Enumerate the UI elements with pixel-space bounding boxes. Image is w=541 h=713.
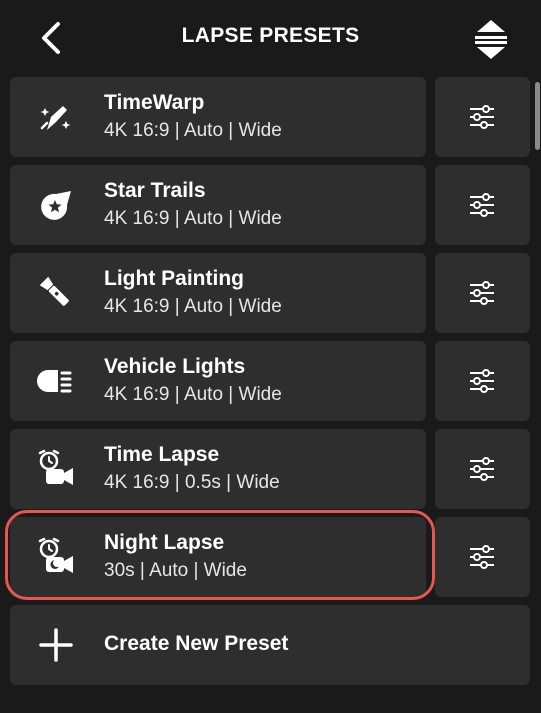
timewarp-icon — [40, 106, 71, 130]
flashlight-icon — [39, 276, 69, 306]
preset-name: Night Lapse — [104, 531, 225, 554]
sliders-icon — [470, 545, 494, 569]
preset-row-time-lapse[interactable]: Time Lapse 4K 16:9 | 0.5s | Wide — [10, 429, 426, 509]
preset-name: Light Painting — [104, 267, 244, 290]
time-lapse-icon — [38, 449, 73, 485]
preset-detail: 4K 16:9 | Auto | Wide — [104, 120, 282, 141]
header: LAPSE PRESETS — [0, 0, 541, 76]
preset-detail: 4K 16:9 | 0.5s | Wide — [104, 472, 280, 493]
sliders-icon — [470, 193, 494, 217]
preset-name: Time Lapse — [104, 443, 220, 466]
preset-settings-button[interactable] — [435, 341, 530, 421]
sliders-icon — [470, 457, 494, 481]
scrollbar[interactable] — [535, 82, 540, 150]
preset-detail: 4K 16:9 | Auto | Wide — [104, 208, 282, 229]
create-new-preset-label: Create New Preset — [104, 632, 289, 655]
preset-detail: 30s | Auto | Wide — [104, 560, 247, 581]
preset-name: Star Trails — [104, 179, 206, 202]
sliders-icon — [470, 369, 494, 393]
star-trails-icon — [41, 191, 71, 220]
night-lapse-icon — [38, 537, 73, 573]
sort-arrows-icon[interactable] — [468, 16, 514, 62]
preset-detail: 4K 16:9 | Auto | Wide — [104, 384, 282, 405]
preset-settings-button[interactable] — [435, 165, 530, 245]
preset-detail: 4K 16:9 | Auto | Wide — [104, 296, 282, 317]
preset-row-night-lapse[interactable]: Night Lapse 30s | Auto | Wide — [10, 517, 426, 597]
preset-row-vehicle-lights[interactable]: Vehicle Lights 4K 16:9 | Auto | Wide — [10, 341, 426, 421]
preset-name: TimeWarp — [104, 91, 205, 114]
plus-icon — [39, 628, 73, 662]
preset-settings-button[interactable] — [435, 77, 530, 157]
preset-name: Vehicle Lights — [104, 355, 246, 378]
headlight-icon — [37, 370, 72, 393]
sliders-icon — [470, 281, 494, 305]
page-title: LAPSE PRESETS — [181, 24, 360, 47]
create-new-preset-button[interactable]: Create New Preset — [10, 605, 530, 685]
preset-settings-button[interactable] — [435, 429, 530, 509]
preset-row-light-painting[interactable]: Light Painting 4K 16:9 | Auto | Wide — [10, 253, 426, 333]
preset-settings-button[interactable] — [435, 253, 530, 333]
preset-row-star-trails[interactable]: Star Trails 4K 16:9 | Auto | Wide — [10, 165, 426, 245]
preset-row-timewarp[interactable]: TimeWarp 4K 16:9 | Auto | Wide — [10, 77, 426, 157]
preset-settings-button[interactable] — [435, 517, 530, 597]
sliders-icon — [470, 105, 494, 129]
